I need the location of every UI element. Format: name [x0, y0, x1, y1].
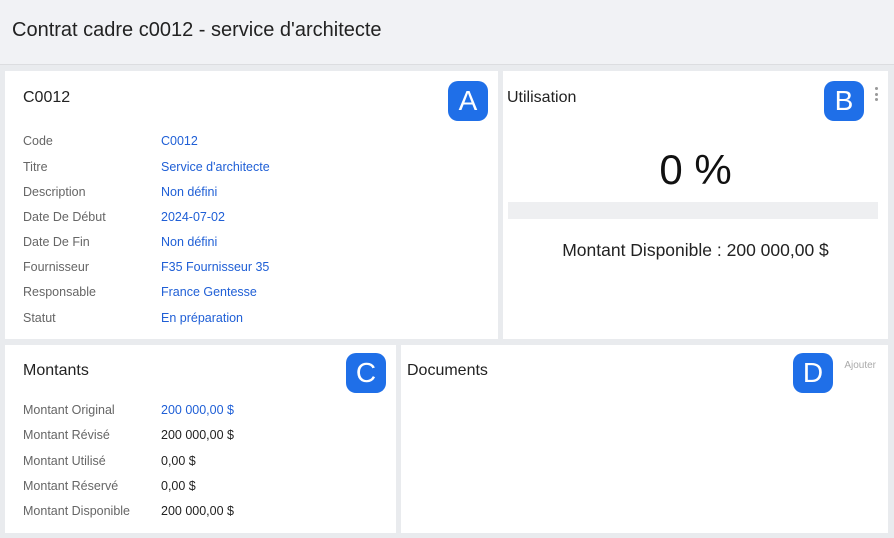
kebab-dot	[874, 92, 878, 96]
amount-value: 0,00 $	[161, 479, 196, 493]
add-document-button[interactable]: Ajouter	[844, 360, 876, 371]
page-header: Contrat cadre c0012 - service d'architec…	[0, 0, 894, 65]
badge-d: D	[793, 353, 833, 393]
contract-info-title: C0012	[23, 89, 71, 106]
documents-title: Documents	[407, 362, 488, 379]
info-value-link[interactable]: Non défini	[161, 235, 217, 249]
info-label: Date De Fin	[23, 235, 90, 249]
usage-title: Utilisation	[507, 89, 577, 106]
amount-label: Montant Utilisé	[23, 454, 106, 468]
usage-progress-bar	[508, 202, 878, 219]
badge-b: B	[824, 81, 864, 121]
amounts-title: Montants	[23, 362, 89, 379]
kebab-dot	[874, 98, 878, 101]
amount-value: 0,00 $	[161, 454, 196, 468]
info-label: Responsable	[23, 285, 96, 299]
info-value-link[interactable]: Service d'architecte	[161, 160, 270, 174]
info-label: Description	[23, 185, 86, 199]
info-label: Titre	[23, 160, 48, 174]
page-title: Contrat cadre c0012 - service d'architec…	[12, 19, 382, 41]
info-value-link[interactable]: En préparation	[161, 311, 243, 325]
info-value-link[interactable]: France Gentesse	[161, 285, 257, 299]
kebab-dot	[874, 87, 878, 90]
info-value-link[interactable]: Non défini	[161, 185, 217, 199]
info-value-link[interactable]: F35 Fournisseur 35	[161, 260, 269, 274]
amount-label: Montant Disponible	[23, 504, 131, 518]
available-amount: Montant Disponible : 200 000,00 $	[562, 240, 829, 260]
info-value-link[interactable]: C0012	[161, 134, 198, 148]
amount-value-link[interactable]: 200 000,00 $	[161, 403, 234, 417]
kebab-menu-icon[interactable]	[874, 87, 878, 101]
badge-c: C	[346, 353, 386, 393]
info-label: Fournisseur	[23, 260, 89, 274]
usage-card: Utilisation B 0 % Montant Disponible : 2…	[503, 71, 888, 339]
amount-label: Montant Original	[23, 403, 115, 417]
info-value-link[interactable]: 2024-07-02	[161, 210, 225, 224]
badge-a: A	[448, 81, 488, 121]
amount-label: Montant Révisé	[23, 428, 110, 442]
amount-value: 200 000,00 $	[161, 504, 234, 518]
amount-label: Montant Réservé	[23, 479, 119, 493]
info-label: Date De Début	[23, 210, 106, 224]
documents-card: Documents D Ajouter	[401, 345, 888, 533]
amount-value: 200 000,00 $	[161, 428, 234, 442]
usage-percent: 0 %	[659, 146, 732, 193]
amounts-card: Montants C Montant Original 200 000,00 $…	[5, 345, 396, 533]
info-label: Code	[23, 134, 53, 148]
contract-info-card: C0012 A Code C0012 Titre Service d'archi…	[5, 71, 498, 339]
info-label: Statut	[23, 311, 56, 325]
